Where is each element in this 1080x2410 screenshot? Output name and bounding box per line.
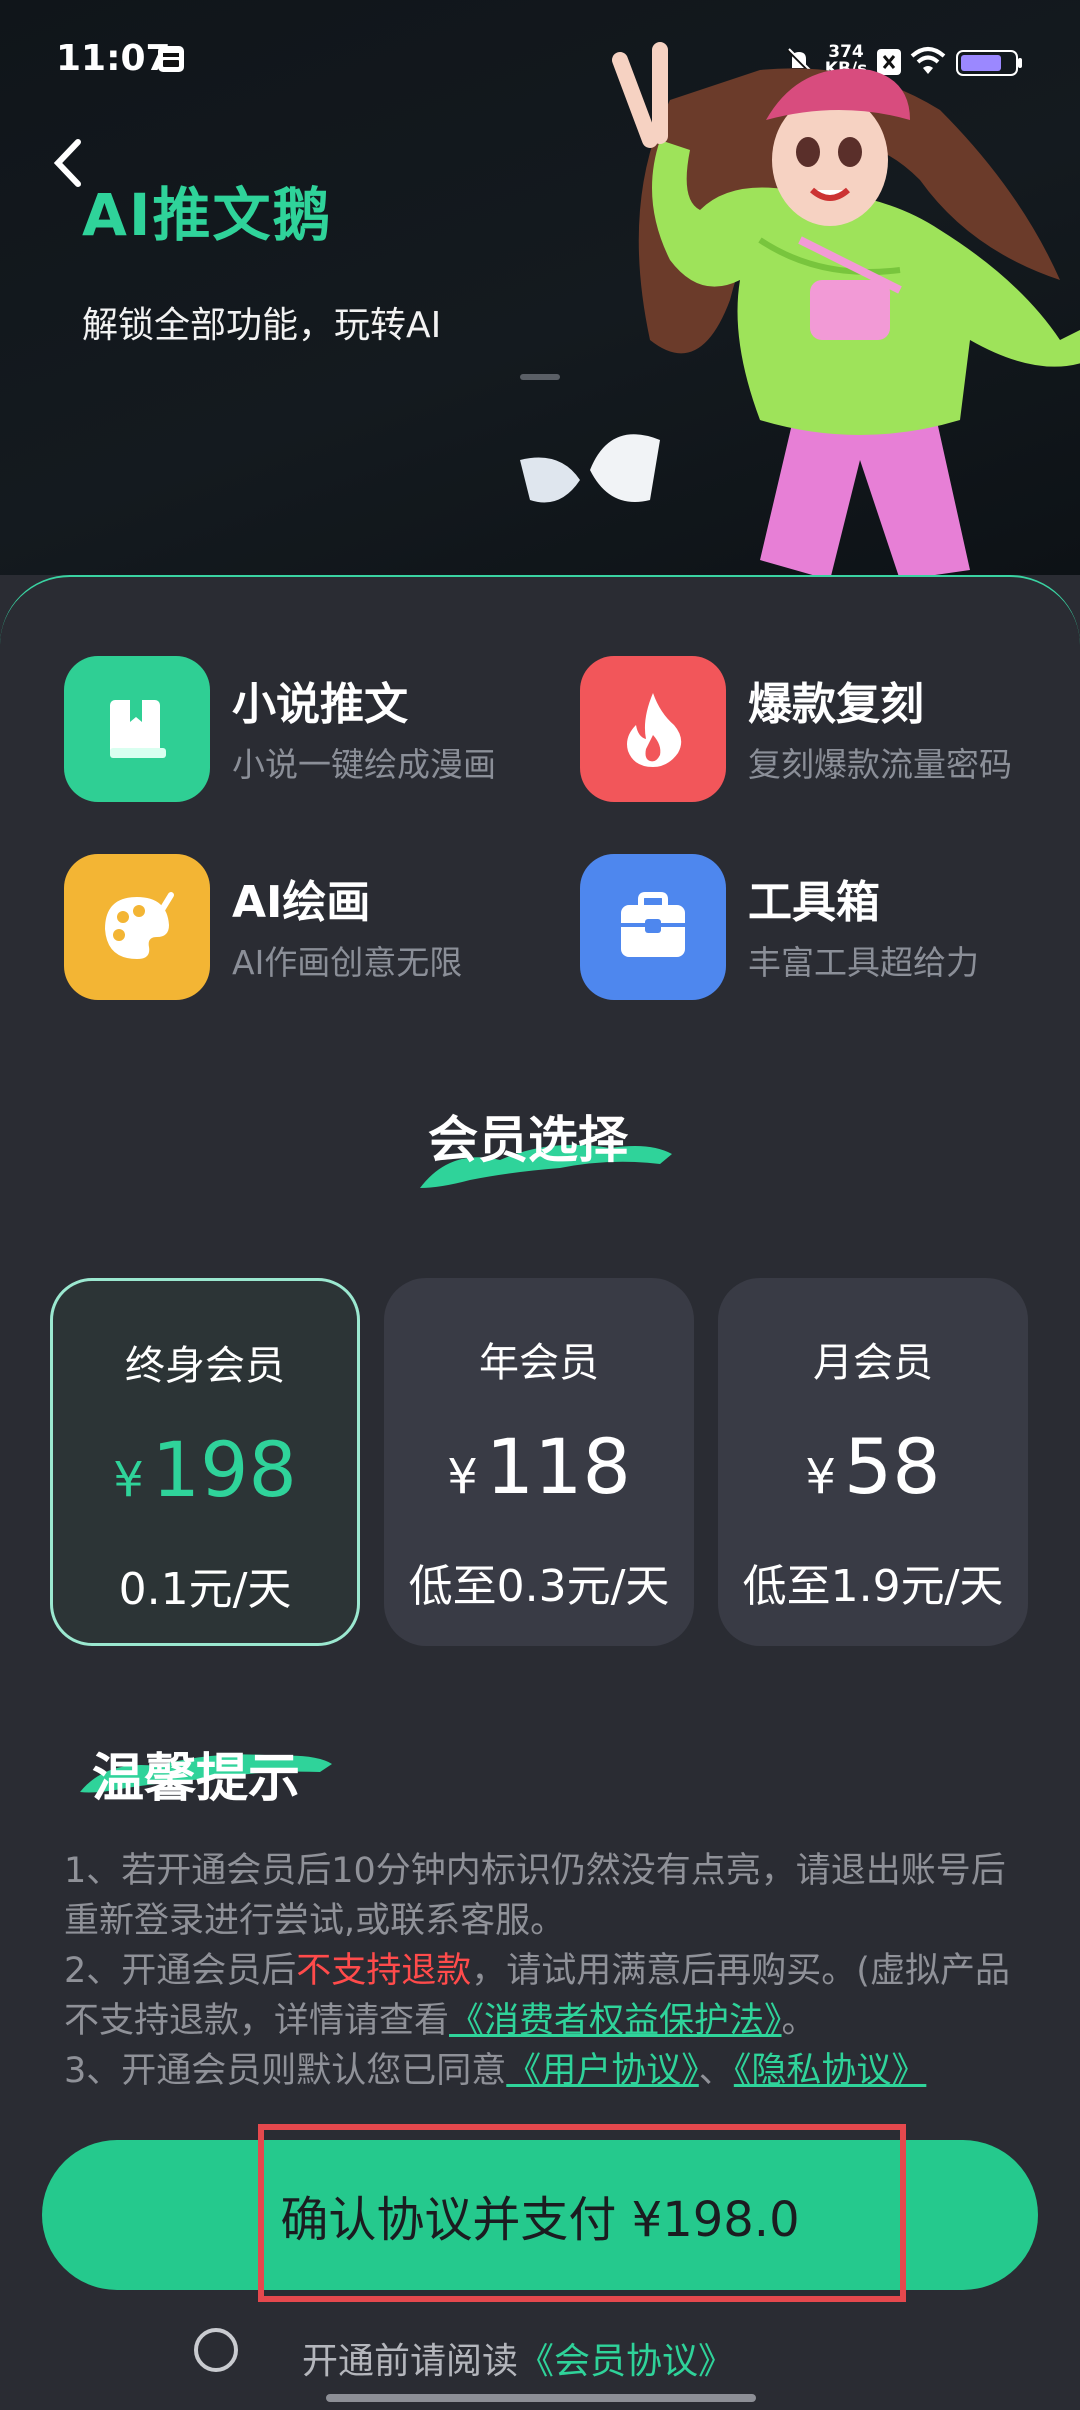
tip-text: 3、开通会员则默认您已同意 xyxy=(64,2051,507,2091)
status-time: 11:07 xyxy=(56,38,171,79)
feature-ai-painting[interactable]: AI绘画 AI作画创意无限 xyxy=(64,854,564,1004)
plan-daily-cost: 0.1元/天 xyxy=(118,1564,292,1615)
hero-banner: 11:07 374 KB/s AI推文鹅 解锁全部功能，玩转AI xyxy=(0,0,1080,575)
feature-toolbox[interactable]: 工具箱 丰富工具超给力 xyxy=(580,854,1080,1004)
feature-title: AI绘画 xyxy=(232,877,371,928)
plan-yearly-card[interactable]: 年会员 ¥118 低至0.3元/天 xyxy=(384,1278,694,1646)
tip-line-3: 3、开通会员则默认您已同意《用户协议》、《隐私协议》 xyxy=(64,2046,1024,2096)
home-indicator xyxy=(326,2394,756,2402)
plan-daily-cost: 低至1.9元/天 xyxy=(742,1561,1004,1612)
confirm-pay-button[interactable]: 确认协议并支付 ¥198.0 xyxy=(42,2140,1038,2290)
tip-line-2: 2、开通会员后不支持退款，请试用满意后再购买。(虚拟产品不支持退款，详情请查看《… xyxy=(64,1946,1024,2046)
currency-symbol: ¥ xyxy=(805,1449,836,1505)
feature-subtitle: AI作画创意无限 xyxy=(232,943,463,982)
agreement-radio[interactable] xyxy=(194,2328,238,2372)
flame-icon xyxy=(580,656,726,802)
tip-text: 。 xyxy=(781,2001,817,2041)
tips-content: 1、若开通会员后10分钟内标识仍然没有点亮，请退出账号后重新登录进行尝试,或联系… xyxy=(64,1846,1024,2096)
plan-daily-cost: 低至0.3元/天 xyxy=(408,1561,670,1612)
feature-subtitle: 丰富工具超给力 xyxy=(748,943,979,982)
tips-title: 温馨提示 xyxy=(92,1749,301,1809)
feature-title: 小说推文 xyxy=(232,679,408,730)
member-agreement-link[interactable]: 《会员协议》 xyxy=(518,2341,734,2382)
plan-name: 终身会员 xyxy=(125,1343,285,1389)
feature-subtitle: 小说一键绘成漫画 xyxy=(232,745,496,784)
currency-symbol: ¥ xyxy=(113,1452,144,1508)
feature-title: 工具箱 xyxy=(748,877,880,928)
toolbox-icon xyxy=(580,854,726,1000)
agreement-prefix: 开通前请阅读 xyxy=(302,2341,519,2382)
plan-name: 月会员 xyxy=(813,1340,933,1386)
user-agreement-link[interactable]: 《用户协议》 xyxy=(506,2051,699,2091)
price-value: 118 xyxy=(485,1422,631,1511)
plan-price: ¥58 xyxy=(718,1422,1028,1511)
tip-text: 、 xyxy=(698,2051,734,2091)
brand-title: AI推文鹅 xyxy=(82,181,333,249)
privacy-agreement-link[interactable]: 《隐私协议》 xyxy=(734,2051,927,2091)
no-refund-warning: 不支持退款 xyxy=(296,1951,472,1991)
membership-title: 会员选择 xyxy=(428,1111,628,1169)
notification-icon xyxy=(156,44,186,78)
hero-slogan: 解锁全部功能，玩转AI xyxy=(82,305,442,346)
tip-text: 2、开通会员后 xyxy=(64,1951,297,1991)
agreement-text: 开通前请阅读《会员协议》 xyxy=(302,2332,734,2384)
feature-novel-push[interactable]: 小说推文 小说一键绘成漫画 xyxy=(64,656,564,806)
price-value: 198 xyxy=(151,1425,297,1514)
palette-icon xyxy=(64,854,210,1000)
feature-title: 爆款复刻 xyxy=(748,679,924,730)
agreement-row: 开通前请阅读《会员协议》 xyxy=(194,2324,994,2384)
price-value: 58 xyxy=(843,1422,941,1511)
plan-monthly-card[interactable]: 月会员 ¥58 低至1.9元/天 xyxy=(718,1278,1028,1646)
consumer-law-link[interactable]: 《消费者权益保护法》 xyxy=(449,2001,782,2041)
tip-line-1: 1、若开通会员后10分钟内标识仍然没有点亮，请退出账号后重新登录进行尝试,或联系… xyxy=(64,1851,1006,1941)
currency-symbol: ¥ xyxy=(447,1449,478,1505)
book-icon xyxy=(64,656,210,802)
plan-price: ¥198 xyxy=(53,1425,357,1514)
feature-subtitle: 复刻爆款流量密码 xyxy=(748,745,1012,784)
plan-lifetime-card[interactable]: 终身会员 ¥198 0.1元/天 xyxy=(50,1278,360,1646)
plan-name: 年会员 xyxy=(479,1340,599,1386)
feature-viral-copy[interactable]: 爆款复刻 复刻爆款流量密码 xyxy=(580,656,1080,806)
mascot-girl-illustration xyxy=(520,42,1080,575)
plan-price: ¥118 xyxy=(384,1422,694,1511)
